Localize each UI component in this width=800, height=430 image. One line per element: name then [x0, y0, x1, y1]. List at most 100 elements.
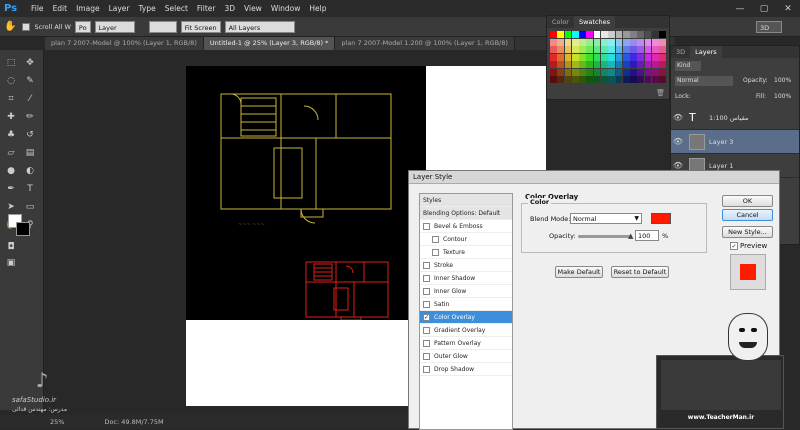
swatch[interactable] [651, 31, 659, 38]
tab-color[interactable]: Color [547, 16, 574, 28]
swatch[interactable] [564, 53, 572, 61]
layer-row[interactable]: 👁 T 1:100 مقیاس [671, 106, 799, 130]
swatch[interactable] [659, 46, 666, 53]
layer-row[interactable]: 👁 Layer 3 [671, 130, 799, 154]
style-row-contour[interactable]: Contour [420, 233, 512, 246]
swatch[interactable] [586, 46, 594, 53]
blur-tool-icon[interactable]: ● [4, 164, 18, 178]
swatch[interactable] [659, 76, 666, 83]
swatch[interactable] [564, 68, 572, 76]
swatch[interactable] [557, 53, 565, 61]
menu-image[interactable]: Image [76, 4, 100, 13]
style-checkbox[interactable] [423, 274, 430, 282]
gradient-tool-icon[interactable]: ▤ [23, 146, 37, 160]
swatch[interactable] [600, 68, 608, 76]
opacity-slider[interactable]: ▲ [578, 232, 633, 240]
styles-header[interactable]: Styles [420, 194, 512, 207]
path-select-icon[interactable]: ➤ [4, 200, 18, 214]
swatch[interactable] [579, 31, 586, 38]
swatch[interactable] [593, 46, 601, 53]
tab-swatches[interactable]: Swatches [573, 16, 616, 28]
swatch[interactable] [637, 46, 645, 53]
dodge-tool-icon[interactable]: ◐ [23, 164, 37, 178]
style-checkbox[interactable] [423, 365, 430, 373]
marquee-tool-icon[interactable]: ⬚ [4, 56, 18, 70]
swatch[interactable] [630, 76, 637, 83]
style-checkbox[interactable] [423, 261, 430, 269]
swatch[interactable] [586, 61, 594, 68]
swatch[interactable] [644, 53, 652, 61]
scroll-all-checkbox[interactable] [22, 22, 31, 31]
screen-mode-icon[interactable]: ▣ [4, 256, 18, 270]
eyedropper-icon[interactable]: ⁄ [23, 92, 37, 106]
swatch[interactable] [571, 61, 579, 68]
style-row-inner-glow[interactable]: Inner Glow [420, 285, 512, 298]
swatch[interactable] [593, 53, 601, 61]
minimize-button[interactable]: — [728, 0, 752, 17]
lasso-tool-icon[interactable]: ◌ [4, 74, 18, 88]
swatch[interactable] [600, 61, 608, 68]
swatch[interactable] [586, 31, 594, 38]
swatch[interactable] [564, 76, 572, 83]
style-row-outer-glow[interactable]: Outer Glow [420, 350, 512, 363]
swatch[interactable] [557, 31, 565, 38]
swatch[interactable] [637, 31, 645, 38]
swatch[interactable] [651, 76, 659, 83]
swatch[interactable] [622, 61, 630, 68]
type-tool-icon[interactable]: T [23, 182, 37, 196]
swatch[interactable] [622, 68, 630, 76]
tab-3d[interactable]: 3D [671, 46, 690, 58]
style-checkbox[interactable] [423, 339, 430, 347]
menu-window[interactable]: Window [271, 4, 301, 13]
brush-tool-icon[interactable]: ✏ [23, 110, 37, 124]
slider-handle-icon[interactable]: ▲ [628, 232, 633, 240]
swatch[interactable] [651, 46, 659, 53]
clone-stamp-icon[interactable]: ♣ [4, 128, 18, 142]
swatch[interactable] [557, 68, 565, 76]
menu-edit[interactable]: Edit [53, 4, 68, 13]
menu-filter[interactable]: Filter [197, 4, 216, 13]
reset-to-default-button[interactable]: Reset to Default [611, 266, 669, 278]
style-checkbox[interactable] [432, 235, 439, 243]
style-checkbox[interactable] [423, 300, 430, 308]
swatch[interactable] [571, 76, 579, 83]
swatch[interactable] [564, 61, 572, 68]
swatch[interactable] [600, 76, 608, 83]
swatch[interactable] [659, 68, 666, 76]
swatch[interactable] [593, 68, 601, 76]
swatch[interactable] [571, 68, 579, 76]
menu-3d[interactable]: 3D [224, 4, 235, 13]
menu-view[interactable]: View [244, 4, 262, 13]
swatch[interactable] [600, 53, 608, 61]
swatch[interactable] [615, 53, 623, 61]
swatch[interactable] [550, 53, 557, 61]
document-canvas[interactable]: ~~~ ~~~ [186, 66, 426, 321]
swatch[interactable] [608, 31, 616, 38]
tab-plan7-model[interactable]: plan 7 2007-Model @ 100% (Layer 1, RGB/8… [45, 37, 204, 50]
cancel-button[interactable]: Cancel [722, 209, 773, 221]
swatch[interactable] [571, 31, 579, 38]
swatch[interactable] [600, 46, 608, 53]
swatch[interactable] [579, 61, 586, 68]
swatch[interactable] [608, 53, 616, 61]
shape-tool-icon[interactable]: ▭ [23, 200, 37, 214]
swatch[interactable] [630, 38, 637, 46]
style-row-inner-shadow[interactable]: Inner Shadow [420, 272, 512, 285]
swatch[interactable] [622, 38, 630, 46]
close-button[interactable]: ✕ [776, 0, 800, 17]
swatch[interactable] [615, 76, 623, 83]
style-row-stroke[interactable]: Stroke [420, 259, 512, 272]
style-row-texture[interactable]: Texture [420, 246, 512, 259]
swatch[interactable] [564, 46, 572, 53]
swatch[interactable] [579, 76, 586, 83]
style-checkbox[interactable] [423, 222, 430, 230]
maximize-button[interactable]: ▢ [752, 0, 776, 17]
menu-file[interactable]: File [31, 4, 44, 13]
style-row-gradient-overlay[interactable]: Gradient Overlay [420, 324, 512, 337]
move-tool-icon[interactable]: ✥ [23, 56, 37, 70]
swatch[interactable] [579, 46, 586, 53]
menu-layer[interactable]: Layer [109, 4, 130, 13]
swatch[interactable] [571, 46, 579, 53]
swatch[interactable] [637, 53, 645, 61]
swatch[interactable] [630, 53, 637, 61]
